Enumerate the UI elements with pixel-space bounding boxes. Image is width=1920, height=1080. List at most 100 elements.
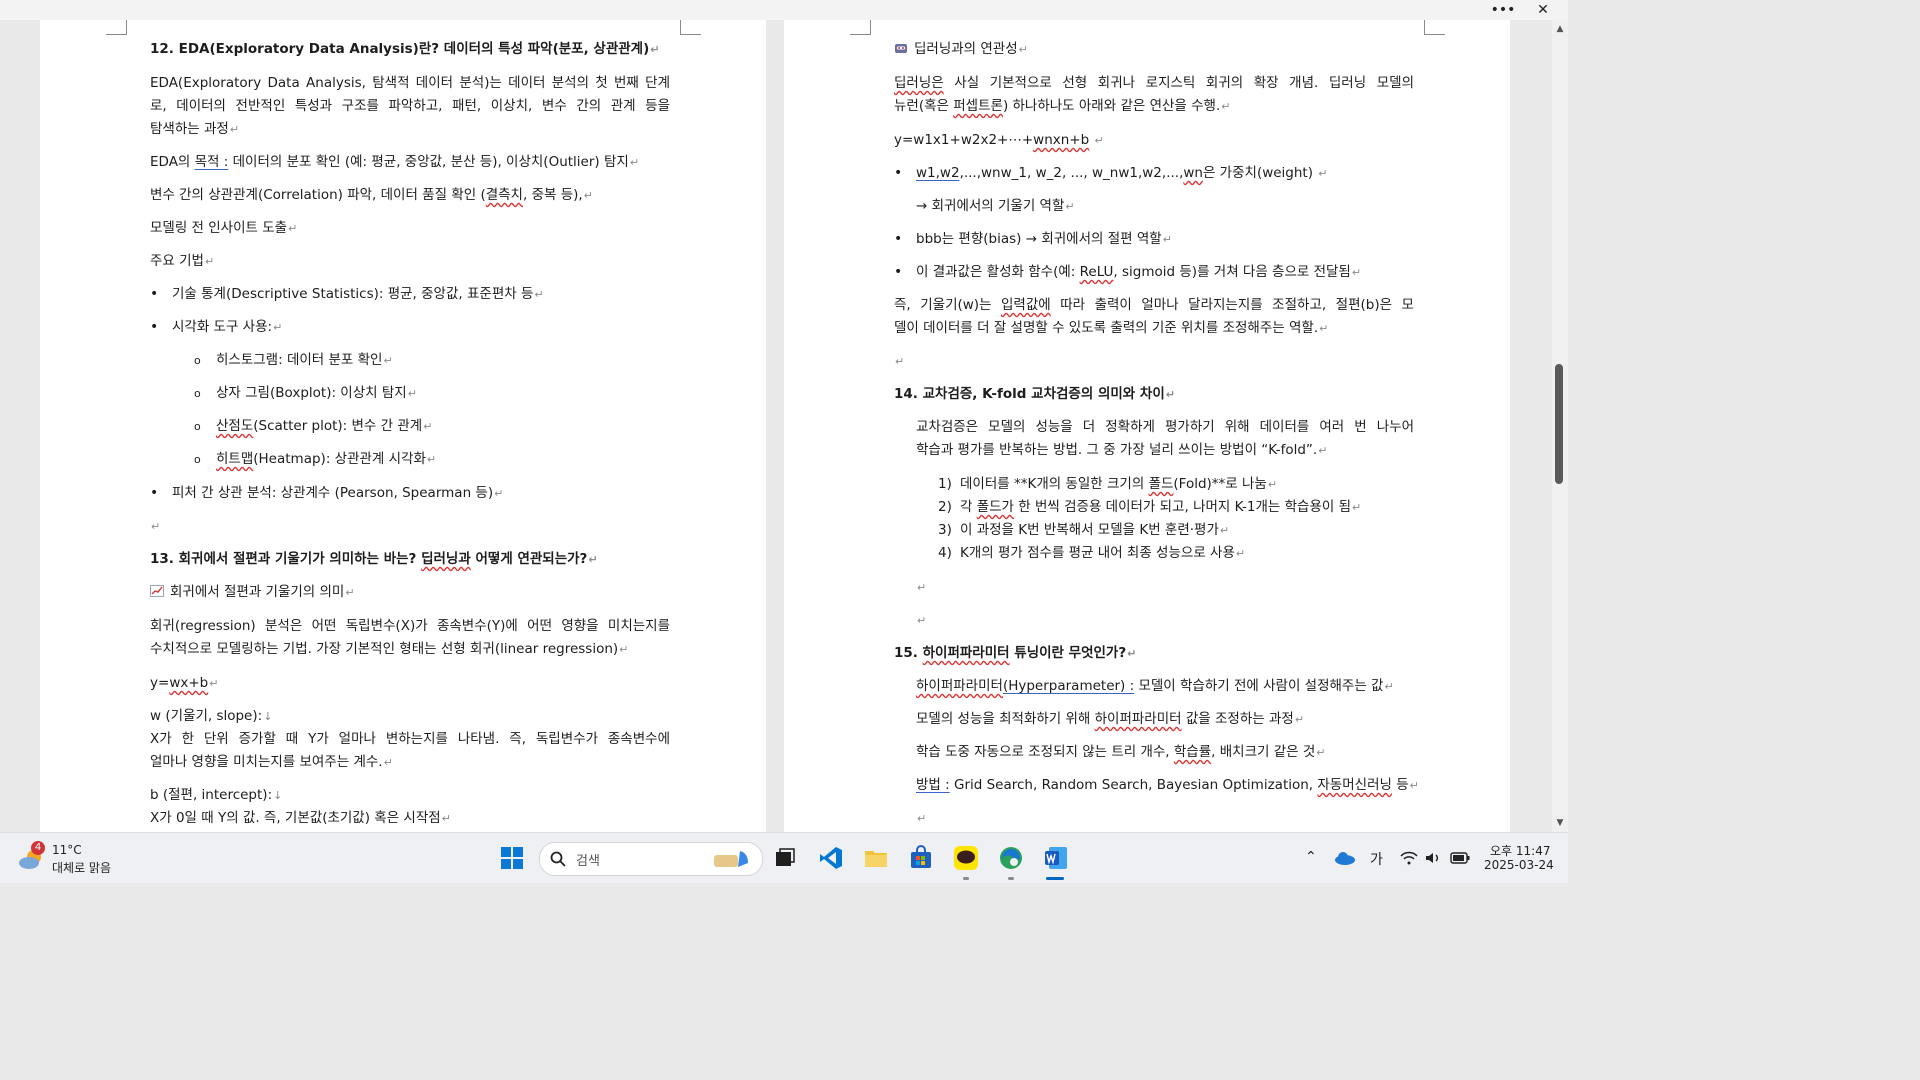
paragraph-line: 하이퍼파라미터(Hyperparameter) : 모델이 학습하기 전에 사람…: [916, 678, 1394, 694]
running-indicator: [1008, 877, 1014, 880]
list-item: 히트맵(Heatmap): 상관관계 시각화↵: [216, 451, 437, 467]
more-options-button[interactable]: •••: [1488, 0, 1518, 20]
paragraph-line: 얼마나 영향을 미치는지를 보여주는 계수.↵: [150, 754, 393, 770]
empty-paragraph: ↵: [917, 614, 927, 627]
store-icon: [911, 845, 931, 868]
sub-bullet-circle: o: [194, 453, 201, 466]
taskbar-search-box[interactable]: 검색: [539, 842, 763, 876]
heading-13: 13. 회귀에서 절편과 기울기가 의미하는 바는? 딥러닝과 어떻게 연관되는…: [150, 551, 598, 567]
task-view-button[interactable]: [772, 845, 798, 871]
wifi-icon[interactable]: [1400, 851, 1418, 865]
bullet-dot: •: [894, 231, 903, 247]
bullet-dot: •: [894, 264, 903, 280]
list-item: 히스토그램: 데이터 분포 확인↵: [216, 352, 393, 368]
list-item: 기술 통계(Descriptive Statistics): 평균, 중앙값, …: [172, 286, 544, 302]
onedrive-cloud-icon[interactable]: [1334, 851, 1356, 865]
empty-paragraph: ↵: [917, 581, 927, 594]
paragraph-line: 탐색하는 과정↵: [150, 121, 240, 137]
margin-corner-mark: [680, 20, 701, 35]
heading-12: 12. EDA(Exploratory Data Analysis)란? 데이터…: [150, 41, 660, 57]
sub-bullet-circle: o: [194, 420, 201, 433]
sub-bullet-circle: o: [194, 354, 201, 367]
paragraph-line: 학습과 평가를 반복하는 방법. 그 중 가장 널리 쓰이는 방법이 “K-fo…: [916, 442, 1328, 458]
scrollbar-thumb[interactable]: [1555, 364, 1563, 484]
numbered-item: 3) 이 과정을 K번 반복해서 모델을 K번 훈련·평가↵: [938, 522, 1230, 538]
intercept-definition: b (절편, intercept):↓: [150, 787, 283, 803]
search-highlight-icon: [714, 851, 748, 867]
volume-icon[interactable]: [1425, 851, 1443, 865]
kakaotalk-app-button[interactable]: [953, 845, 979, 871]
numbered-item: 2) 각 폴드가 한 번씩 검증용 데이터가 되고, 나머지 K-1개는 학습용이…: [938, 499, 1362, 515]
running-indicator: [963, 877, 969, 880]
equation-linear: y=wx+b↵: [150, 675, 219, 691]
scroll-down-arrow-icon[interactable]: ▼: [1555, 818, 1565, 828]
weather-widget[interactable]: 4 11°C 대체로 맑음: [18, 841, 128, 877]
paragraph-line: 수치적으로 모델링하는 기법. 가장 기본적인 형태는 선형 회귀(linear…: [150, 641, 629, 657]
list-item: 상자 그림(Boxplot): 이상치 탐지↵: [216, 385, 417, 401]
paragraph-line: 뉴런(혹은 퍼셉트론) 하나하나도 아래와 같은 연산을 수행.↵: [894, 98, 1231, 114]
taskbar: 4 11°C 대체로 맑음 검색 ⌃ 가 오후 11:47 2025-03-24: [0, 832, 1568, 883]
vertical-scrollbar[interactable]: ▲ ▼: [1552, 20, 1568, 832]
word-app-button[interactable]: [1043, 845, 1069, 871]
margin-corner-mark: [850, 20, 871, 35]
edge-icon: [1000, 847, 1022, 869]
list-item: 시각화 도구 사용:↵: [172, 319, 283, 335]
list-item: 이 결과값은 활성화 함수(예: ReLU, sigmoid 등)를 거쳐 다음…: [916, 264, 1362, 280]
file-explorer-button[interactable]: [863, 845, 889, 871]
margin-corner-mark: [106, 20, 127, 35]
start-button[interactable]: [499, 845, 525, 871]
close-button[interactable]: ✕: [1528, 0, 1558, 20]
empty-paragraph: ↵: [917, 812, 927, 825]
document-page-right[interactable]: 딥러닝과의 연관성↵ 딥러닝은 사실 기본적으로 선형 회귀나 로지스틱 회귀의…: [784, 20, 1510, 832]
search-placeholder: 검색: [576, 854, 600, 869]
list-item-continuation: → 회귀에서의 기울기 역할↵: [916, 198, 1075, 214]
show-hidden-icons-chevron-icon[interactable]: ⌃: [1305, 849, 1317, 865]
search-icon: [550, 851, 566, 867]
heading-15: 15. 하이퍼파라미터 튜닝이란 무엇인가?↵: [894, 645, 1137, 661]
paragraph-line: 변수 간의 상관관계(Correlation) 파악, 데이터 품질 확인 (결…: [150, 187, 593, 203]
scroll-up-arrow-icon[interactable]: ▲: [1555, 24, 1565, 34]
paragraph-line: X가 0일 때 Y의 값. 즉, 기본값(초기값) 혹은 시작점↵: [150, 810, 451, 826]
bullet-dot: •: [150, 485, 159, 501]
list-item: 피처 간 상관 분석: 상관계수 (Pearson, Spearman 등)↵: [172, 485, 504, 501]
slope-definition: w (기울기, slope):↓: [150, 708, 273, 724]
paragraph-line: EDA의 목적 : 데이터의 분포 확인 (예: 평균, 중앙값, 분산 등),…: [150, 154, 640, 170]
empty-paragraph: ↵: [151, 520, 161, 533]
paragraph-line: 로, 데이터의 전반적인 특성과 구조를 파악하고, 패턴, 이상치, 변수 간…: [150, 98, 670, 114]
paragraph-line: 방법 : Grid Search, Random Search, Bayesia…: [916, 777, 1419, 793]
paragraph-line: 교차검증은 모델의 성능을 더 정확하게 평가하기 위해 데이터를 여러 번 나…: [916, 419, 1414, 435]
folder-icon: [865, 851, 887, 867]
paragraph-line: X가 한 단위 증가할 때 Y가 얼마나 변하는지를 나타냄. 즉, 독립변수가…: [150, 731, 670, 747]
microsoft-store-button[interactable]: [908, 845, 934, 871]
word-icon: [1045, 847, 1067, 869]
clock-time[interactable]: 오후 11:47: [1490, 842, 1550, 859]
weather-badge: 4: [31, 841, 45, 855]
list-item: 산점도(Scatter plot): 변수 간 관계↵: [216, 418, 433, 434]
vscode-app-button[interactable]: [818, 845, 844, 871]
heading-14: 14. 교차검증, K-fold 교차검증의 의미와 차이↵: [894, 386, 1175, 402]
kakaotalk-icon: [954, 846, 978, 870]
paragraph-line: 델이 데이터를 더 잘 설명할 수 있도록 출력의 기준 위치를 조정해주는 역…: [894, 320, 1329, 336]
paragraph-line: 학습 도중 자동으로 조정되지 않는 트리 개수, 학습률, 배치크기 같은 것…: [916, 744, 1326, 760]
document-canvas: 12. EDA(Exploratory Data Analysis)란? 데이터…: [0, 20, 1568, 832]
margin-corner-mark: [1424, 20, 1445, 35]
paragraph-line: 주요 기법↵: [150, 253, 215, 269]
list-item: w1,w2,...,wnw_1, w_2, ..., w_nw1,w2,...,…: [916, 165, 1328, 181]
input-method-indicator[interactable]: 가: [1370, 849, 1383, 869]
equation-neuron: y=w1x1+w2x2+⋯+wnxn+b ↵: [894, 132, 1104, 148]
active-app-indicator: [1046, 877, 1064, 880]
paragraph-line: 딥러닝은 사실 기본적으로 선형 회귀나 로지스틱 회귀의 확장 개념. 딥러닝…: [894, 75, 1414, 91]
windows-logo-icon: [501, 847, 523, 869]
weather-temperature: 11°C: [52, 843, 82, 857]
battery-icon[interactable]: [1450, 851, 1470, 865]
sub-bullet-circle: o: [194, 387, 201, 400]
task-view-icon: [776, 848, 795, 866]
edge-browser-button[interactable]: [998, 845, 1024, 871]
numbered-item: 4) K개의 평가 점수를 평균 내어 최종 성능으로 사용↵: [938, 545, 1246, 561]
bullet-dot: •: [150, 319, 159, 335]
subheading-regression: 회귀에서 절편과 기울기의 의미↵: [150, 583, 355, 602]
paragraph-line: 즉, 기울기(w)는 입력값에 따라 출력이 얼마나 달라지는지를 조절하고, …: [894, 297, 1414, 313]
document-page-left[interactable]: 12. EDA(Exploratory Data Analysis)란? 데이터…: [40, 20, 766, 832]
clock-date[interactable]: 2025-03-24: [1484, 858, 1554, 872]
weather-description: 대체로 맑음: [52, 861, 112, 875]
